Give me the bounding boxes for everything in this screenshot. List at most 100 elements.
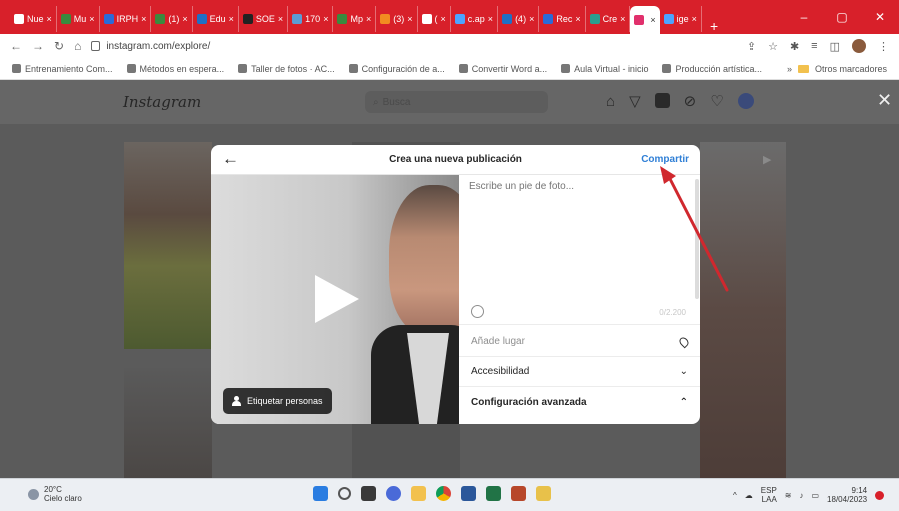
advanced-settings-row[interactable]: Configuración avanzada ⌃ bbox=[459, 387, 700, 417]
browser-tab[interactable]: ige × bbox=[660, 6, 702, 32]
home-nav-icon[interactable]: ⌂ bbox=[606, 93, 615, 111]
date: 18/04/2023 bbox=[827, 495, 868, 504]
explore-icon[interactable]: ⊘ bbox=[684, 93, 697, 111]
bookmark-item[interactable]: Entrenamiento Com... bbox=[12, 64, 113, 74]
tab-close-icon[interactable]: × bbox=[407, 14, 412, 24]
heart-icon[interactable]: ♡ bbox=[710, 93, 723, 111]
tab-close-icon[interactable]: × bbox=[366, 14, 371, 24]
forward-icon[interactable]: → bbox=[32, 39, 44, 53]
browser-tab[interactable]: (3) × bbox=[376, 6, 418, 32]
tab-close-icon[interactable]: × bbox=[141, 14, 146, 24]
bookmark-item[interactable]: Producción artística... bbox=[662, 64, 762, 74]
language-indicator[interactable]: ESP LAA bbox=[761, 486, 777, 504]
tag-people-button[interactable]: Etiquetar personas bbox=[223, 388, 332, 414]
powerpoint-icon[interactable] bbox=[511, 486, 526, 501]
battery-icon[interactable]: ▭ bbox=[811, 491, 819, 500]
accessibility-row[interactable]: Accesibilidad ⌄ bbox=[459, 357, 700, 387]
profile-avatar-icon[interactable] bbox=[737, 93, 754, 109]
play-icon[interactable] bbox=[315, 275, 359, 323]
bookmark-item[interactable]: Aula Virtual - inicio bbox=[561, 64, 648, 74]
bookmark-star-icon[interactable]: ☆ bbox=[768, 40, 778, 53]
instagram-logo[interactable]: Instagram bbox=[123, 93, 201, 111]
url-field[interactable]: instagram.com/explore/ bbox=[91, 41, 210, 52]
tab-close-icon[interactable]: × bbox=[323, 14, 328, 24]
tab-close-icon[interactable]: × bbox=[488, 14, 493, 24]
browser-tab[interactable]: SOE × bbox=[239, 6, 289, 32]
profile-avatar[interactable] bbox=[852, 39, 866, 53]
minimize-button[interactable]: – bbox=[785, 10, 823, 24]
search-placeholder: Busca bbox=[382, 96, 411, 108]
browser-tab[interactable]: Mu × bbox=[57, 6, 100, 32]
browser-tab[interactable]: (1) × bbox=[151, 6, 193, 32]
cloud-icon[interactable]: ☁ bbox=[745, 491, 753, 500]
tab-close-icon[interactable]: × bbox=[441, 14, 446, 24]
chat-icon[interactable] bbox=[386, 486, 401, 501]
browser-tab[interactable]: Rec × bbox=[539, 6, 586, 32]
video-preview[interactable]: Etiquetar personas bbox=[211, 175, 459, 424]
start-icon[interactable] bbox=[313, 486, 328, 501]
media-icon[interactable]: ≡ bbox=[811, 40, 817, 52]
direct-messages-icon[interactable]: ▽ bbox=[629, 93, 641, 111]
emoji-icon[interactable] bbox=[471, 305, 484, 318]
tab-close-icon[interactable]: × bbox=[182, 14, 187, 24]
bookmark-item[interactable]: Configuración de a... bbox=[348, 64, 445, 74]
chrome-icon[interactable] bbox=[436, 486, 451, 501]
explore-tile-horse[interactable] bbox=[124, 142, 212, 349]
create-post-icon[interactable] bbox=[654, 93, 670, 108]
maximize-button[interactable]: ▢ bbox=[823, 10, 861, 24]
task-view-icon[interactable] bbox=[361, 486, 376, 501]
tab-close-icon[interactable]: × bbox=[47, 14, 52, 24]
tab-close-icon[interactable]: × bbox=[89, 14, 94, 24]
share-button[interactable]: Compartir bbox=[641, 154, 689, 165]
tab-favicon-icon bbox=[589, 14, 600, 24]
browser-tab[interactable]: Cre × bbox=[586, 6, 631, 32]
tab-close-icon[interactable]: × bbox=[278, 14, 283, 24]
caption-input[interactable] bbox=[469, 181, 694, 301]
close-modal-icon[interactable]: ✕ bbox=[877, 90, 892, 111]
bookmark-item[interactable]: Taller de fotos · AC... bbox=[238, 64, 335, 74]
bookmark-item[interactable]: Convertir Word a... bbox=[458, 64, 547, 74]
notification-icon[interactable] bbox=[875, 490, 885, 500]
browser-tab[interactable]: × bbox=[630, 6, 660, 34]
home-icon[interactable]: ⌂ bbox=[74, 39, 81, 53]
scrollbar[interactable] bbox=[695, 179, 699, 299]
tab-close-icon[interactable]: × bbox=[650, 15, 655, 25]
tab-close-icon[interactable]: × bbox=[529, 14, 534, 24]
tab-close-icon[interactable]: × bbox=[620, 14, 625, 24]
browser-tab[interactable]: Edu × bbox=[193, 6, 239, 32]
browser-tab[interactable]: Nue × bbox=[10, 6, 57, 32]
reload-icon[interactable]: ↻ bbox=[54, 39, 64, 53]
bookmark-item[interactable]: Métodos en espera... bbox=[126, 64, 224, 74]
add-location-row[interactable]: Añade lugar bbox=[459, 327, 700, 357]
browser-tab[interactable]: IRPH × bbox=[100, 6, 152, 32]
explore-tile[interactable] bbox=[124, 368, 212, 478]
weather-widget[interactable]: 20°C Cielo claro bbox=[28, 485, 82, 503]
new-tab-button[interactable]: + bbox=[702, 18, 726, 34]
clock[interactable]: 9:14 18/04/2023 bbox=[827, 486, 867, 504]
share-page-icon[interactable]: ⇪ bbox=[747, 40, 756, 53]
browser-tab[interactable]: c.ap × bbox=[451, 6, 499, 32]
browser-tab[interactable]: 170 × bbox=[288, 6, 334, 32]
volume-icon[interactable]: ♪ bbox=[799, 491, 803, 500]
browser-tab[interactable]: (4) × bbox=[498, 6, 540, 32]
tab-close-icon[interactable]: × bbox=[229, 14, 234, 24]
excel-icon[interactable] bbox=[486, 486, 501, 501]
sidebar-icon[interactable]: ◫ bbox=[830, 40, 840, 53]
file-explorer-icon[interactable] bbox=[411, 486, 426, 501]
chevron-up-icon[interactable]: ^ bbox=[733, 491, 737, 500]
close-window-button[interactable]: ✕ bbox=[861, 10, 899, 24]
wifi-icon[interactable]: ≋ bbox=[785, 491, 792, 500]
browser-tab[interactable]: Mp × bbox=[333, 6, 377, 32]
tab-close-icon[interactable]: × bbox=[692, 14, 697, 24]
notes-icon[interactable] bbox=[536, 486, 551, 501]
search-input[interactable]: ⌕ Busca bbox=[365, 91, 548, 113]
other-bookmarks[interactable]: » Otros marcadores bbox=[787, 64, 887, 74]
browser-tab[interactable]: (× bbox=[418, 6, 451, 32]
tab-close-icon[interactable]: × bbox=[575, 14, 580, 24]
extension-icon[interactable]: ✱ bbox=[790, 40, 799, 53]
back-icon[interactable]: ← bbox=[10, 39, 22, 53]
search-taskbar-icon[interactable] bbox=[338, 487, 351, 500]
explore-tile[interactable] bbox=[700, 142, 786, 478]
word-icon[interactable] bbox=[461, 486, 476, 501]
menu-icon[interactable]: ⋮ bbox=[878, 40, 889, 53]
